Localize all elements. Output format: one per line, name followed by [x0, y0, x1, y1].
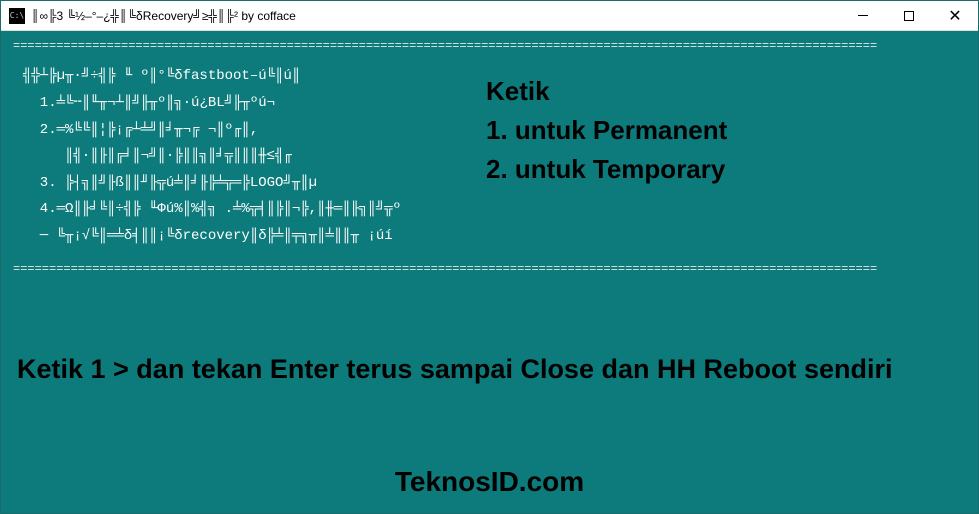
window-controls: ✕ — [840, 1, 978, 30]
divider-bottom: ========================================… — [13, 262, 966, 276]
overlay-instructions: Ketik 1. untuk Permanent 2. untuk Tempor… — [486, 76, 727, 189]
maximize-icon — [904, 11, 914, 21]
console-line: ─ ╚╥¡√╚║═╧δ╡║║¡╚δrecovery║δ╠╧║╤╗╥║╧║║╥ ¡… — [23, 223, 966, 250]
maximize-button[interactable] — [886, 1, 932, 30]
overlay-heading: Ketik — [486, 76, 727, 107]
minimize-button[interactable] — [840, 1, 886, 30]
window-title: ║∞╠3 ╚½–°–¿╬║╚δRecovery╝≥╬║╠² by cofface — [31, 9, 840, 23]
close-icon: ✕ — [948, 6, 961, 26]
minimize-icon — [858, 15, 868, 16]
close-button[interactable]: ✕ — [932, 1, 978, 30]
command-prompt-window: C:\ ║∞╠3 ╚½–°–¿╬║╚δRecovery╝≥╬║╠² by cof… — [0, 0, 979, 514]
console-area[interactable]: ========================================… — [1, 31, 978, 513]
divider-top: ========================================… — [13, 39, 966, 53]
titlebar: C:\ ║∞╠3 ╚½–°–¿╬║╚δRecovery╝≥╬║╠² by cof… — [1, 1, 978, 31]
overlay-option-2: 2. untuk Temporary — [486, 150, 727, 189]
cmd-icon: C:\ — [9, 8, 25, 24]
overlay-main-instruction: Ketik 1 > dan tekan Enter terus sampai C… — [17, 351, 962, 389]
overlay-brand: TeknosID.com — [1, 466, 978, 498]
overlay-option-1: 1. untuk Permanent — [486, 111, 727, 150]
console-line: 4.═Ω║╟╛╚║÷╣╠ ╙Φú%║%╣╗ .╧%╦╡║╠║¬╠,║╫═║╟╗║… — [23, 196, 966, 223]
